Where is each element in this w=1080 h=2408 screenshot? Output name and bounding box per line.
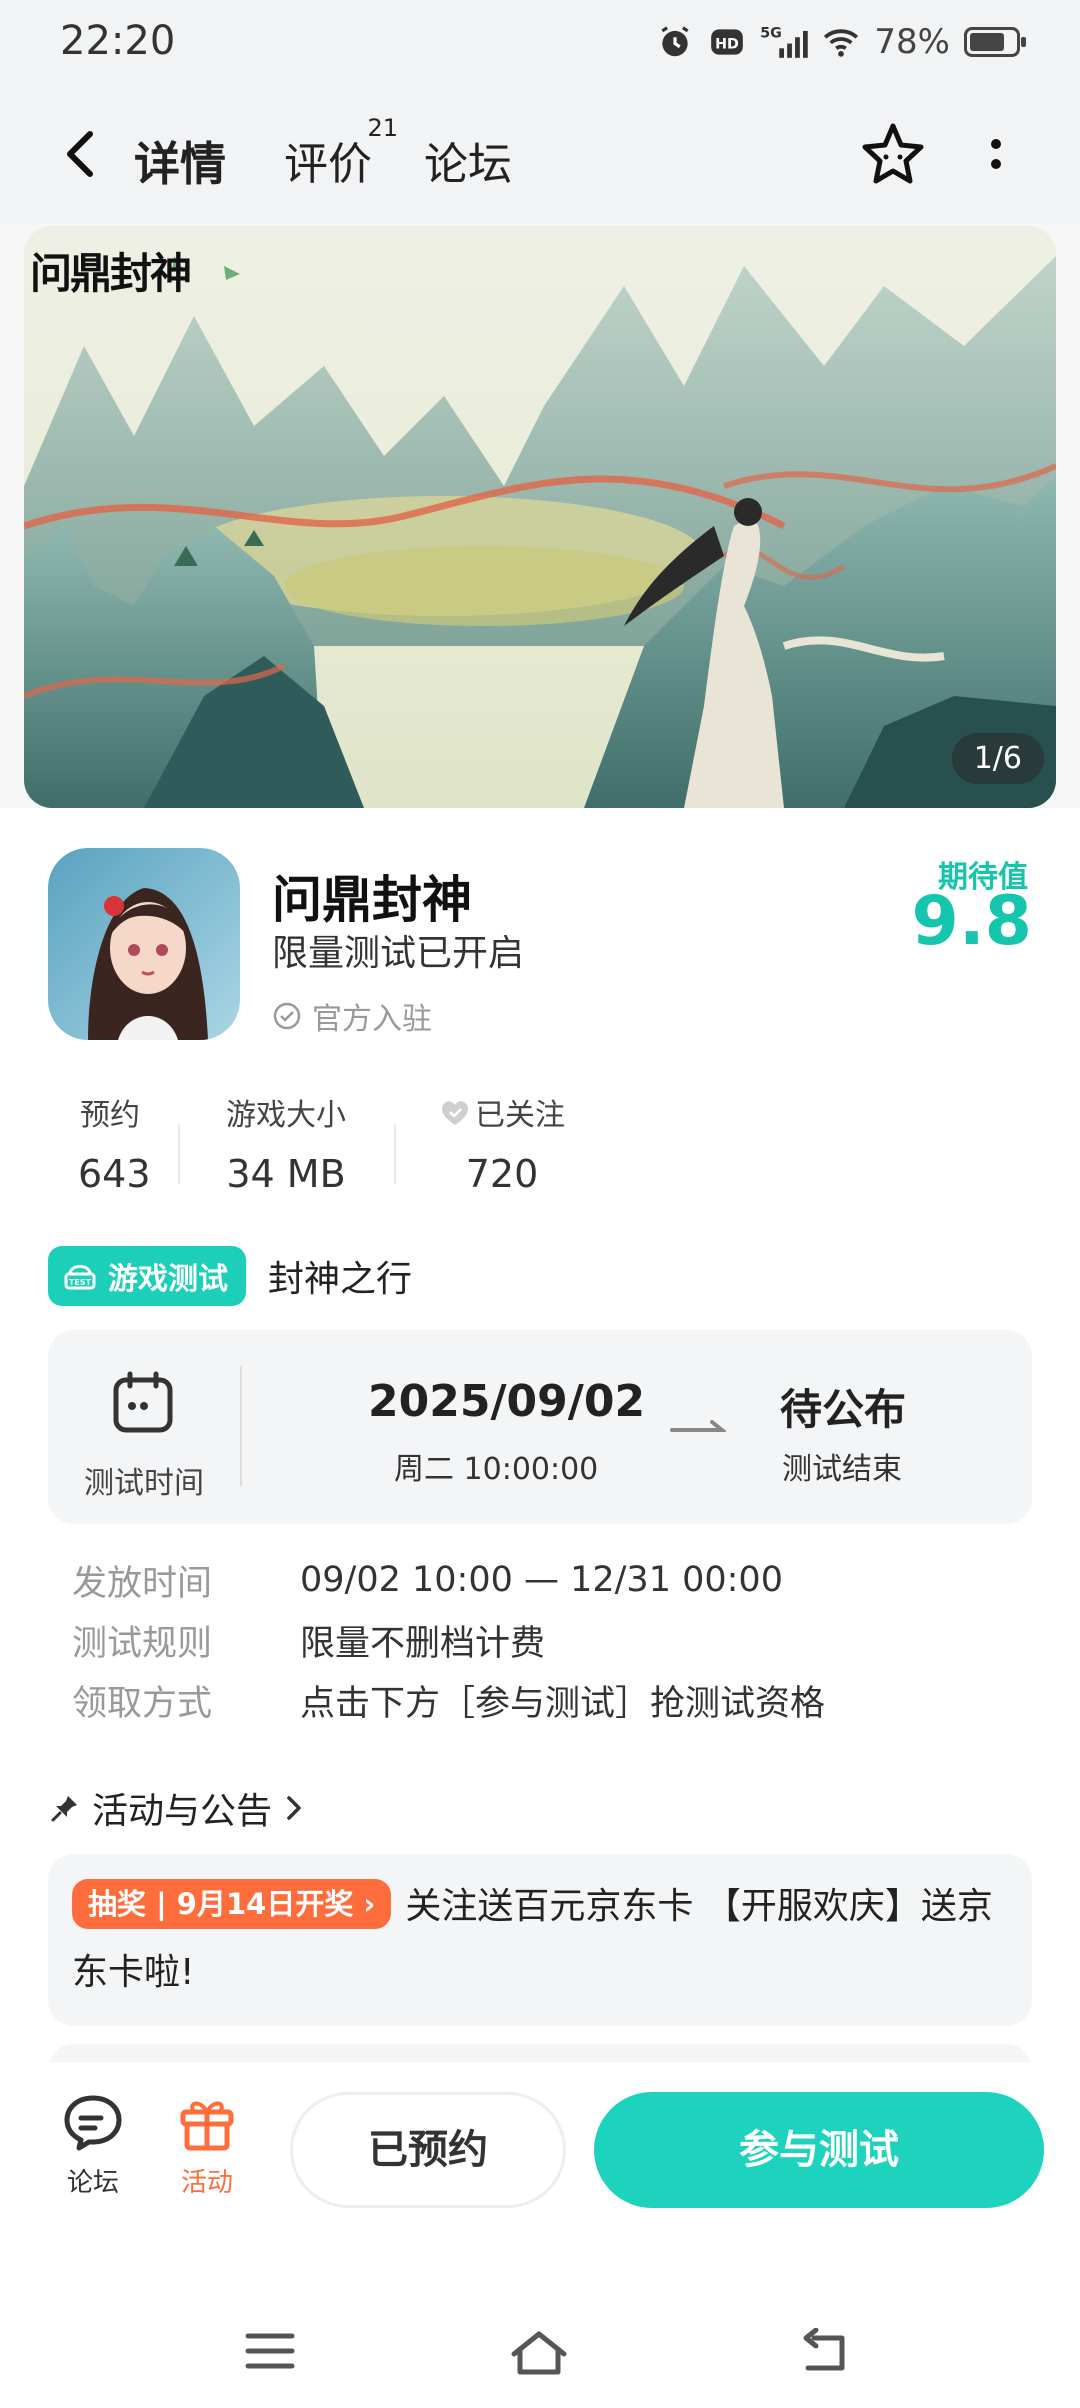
expectation-score: 9.8	[911, 882, 1032, 961]
system-nav-bar	[0, 2232, 1080, 2408]
more-options-icon[interactable]	[980, 134, 1012, 184]
rule-row: 领取方式 点击下方［参与测试］抢测试资格	[72, 1670, 825, 1730]
tab-review[interactable]: 评价 21	[284, 114, 398, 192]
activity-item[interactable]: 抽奖 | 9月14日开奖 › 关注送百元京东卡 【开服欢庆】送京东卡啦!	[48, 1854, 1032, 2026]
stat-value: 34 MB	[226, 1152, 346, 1196]
activity-label: 活动	[180, 2168, 233, 2198]
tab-review-label: 评价	[284, 139, 372, 190]
join-test-button[interactable]: 参与测试	[594, 2092, 1044, 2208]
rule-label: 测试规则	[72, 1623, 213, 1664]
stat-value: 720	[465, 1152, 539, 1196]
network-label: 5G	[761, 25, 783, 41]
activity-shortcut[interactable]: 活动	[162, 2090, 252, 2199]
forum-label: 论坛	[66, 2168, 119, 2198]
signal-icon: 5G	[761, 25, 809, 58]
test-header: TEST 游戏测试 封神之行	[48, 1246, 412, 1306]
svg-text:HD: HD	[716, 36, 740, 52]
game-test-tag-label: 游戏测试	[108, 1262, 228, 1297]
rule-row: 发放时间 09/02 10:00 — 12/31 00:00	[72, 1550, 825, 1610]
card-divider	[240, 1366, 242, 1486]
game-app-icon	[48, 848, 240, 1040]
stat-label: 预约	[80, 1098, 140, 1133]
official-badge: 官方入驻	[272, 994, 432, 1038]
calendar-icon	[113, 1371, 173, 1433]
wifi-icon	[824, 29, 859, 57]
rule-row: 测试规则 限量不删档计费	[72, 1610, 825, 1670]
stat-reservations: 预约 643	[48, 1090, 178, 1200]
stat-followers[interactable]: 已关注 720	[394, 1090, 610, 1200]
test-badge-icon: TEST	[64, 1265, 96, 1290]
tab-detail-label: 详情	[134, 137, 226, 191]
top-nav: 详情 评价 21 论坛	[0, 84, 1080, 224]
check-circle-icon	[273, 1002, 301, 1030]
test-time-label: 测试时间	[84, 1466, 204, 1501]
status-bar: 22:20 HD 5G 78%	[0, 0, 1080, 84]
test-start-date: 2025/09/02	[368, 1376, 646, 1427]
rule-label: 发放时间	[72, 1563, 213, 1604]
status-icons: HD 5G 78%	[656, 20, 1026, 64]
chevron-right-icon	[287, 1796, 301, 1820]
review-count-badge: 21	[367, 114, 398, 142]
game-info-section: 问鼎封神 限量测试已开启 官方入驻 期待值 9.8 预约 643 游戏大小 34…	[0, 808, 1080, 2104]
stat-label: 已关注	[475, 1098, 565, 1133]
forum-shortcut[interactable]: 论坛	[48, 2090, 138, 2199]
forum-chat-icon	[64, 2095, 122, 2151]
pin-icon	[51, 1796, 77, 1822]
game-title: 问鼎封神	[272, 871, 472, 929]
rule-value: 限量不删档计费	[300, 1623, 546, 1664]
svg-text:TEST: TEST	[69, 1278, 92, 1287]
favorite-star-icon[interactable]	[858, 120, 928, 190]
tab-detail[interactable]: 详情	[130, 128, 230, 194]
stat-label: 游戏大小	[226, 1098, 346, 1133]
back-nav-icon[interactable]	[796, 2328, 852, 2376]
test-start-day: 周二 10:00:00	[394, 1452, 599, 1487]
arrow-right-icon	[670, 1420, 726, 1432]
stat-divider	[178, 1124, 180, 1184]
heart-check-icon	[441, 1101, 469, 1125]
tab-forum[interactable]: 论坛	[424, 128, 512, 192]
stat-divider	[394, 1124, 396, 1184]
banner-artwork	[24, 226, 1056, 808]
game-logo-text: 问鼎封神	[30, 249, 192, 298]
official-label: 官方入驻	[312, 1002, 432, 1037]
game-test-tag: TEST 游戏测试	[48, 1246, 246, 1306]
lottery-tag: 抽奖 | 9月14日开奖 ›	[72, 1879, 392, 1929]
status-time: 22:20	[60, 18, 176, 64]
activities-heading: 活动与公告	[92, 1791, 273, 1832]
test-end-label: 测试结束	[782, 1452, 902, 1487]
rule-value: 点击下方［参与测试］抢测试资格	[300, 1683, 826, 1724]
back-arrow-icon[interactable]	[56, 124, 106, 184]
battery-percent: 78%	[874, 22, 950, 62]
test-end-value: 待公布	[780, 1385, 907, 1434]
stat-value: 643	[78, 1152, 151, 1196]
reserved-button[interactable]: 已预约	[290, 2092, 566, 2208]
menu-icon[interactable]	[242, 2328, 298, 2374]
banner-page-counter: 1/6	[951, 733, 1044, 784]
bottom-action-bar: 论坛 活动 已预约 参与测试	[0, 2062, 1080, 2232]
stats-row: 预约 643 游戏大小 34 MB 已关注 720	[48, 1090, 610, 1200]
stat-size: 游戏大小 34 MB	[178, 1090, 394, 1200]
banner-carousel[interactable]: 问鼎封神 1/6	[24, 226, 1056, 808]
alarm-icon	[661, 26, 689, 57]
test-rules: 发放时间 09/02 10:00 — 12/31 00:00 测试规则 限量不删…	[72, 1550, 825, 1730]
rule-label: 领取方式	[72, 1683, 213, 1724]
tab-forum-label: 论坛	[424, 139, 512, 190]
home-icon[interactable]	[508, 2328, 570, 2378]
test-name: 封神之行	[268, 1259, 413, 1300]
test-time-card: 测试时间 2025/09/02 周二 10:00:00 待公布 测试结束	[48, 1330, 1032, 1524]
rule-value: 09/02 10:00 — 12/31 00:00	[300, 1560, 783, 1600]
hd-icon: HD	[711, 29, 744, 55]
gift-icon	[180, 2101, 234, 2151]
battery-icon	[964, 27, 1026, 57]
activities-header[interactable]: 活动与公告	[50, 1782, 304, 1834]
game-subtitle: 限量测试已开启	[272, 933, 525, 974]
